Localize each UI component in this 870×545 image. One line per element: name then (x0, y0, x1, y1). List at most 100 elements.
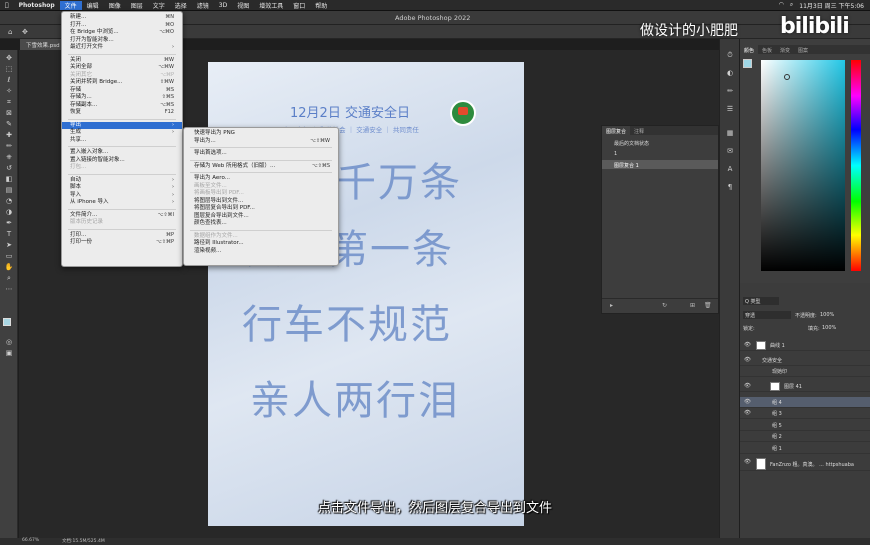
menu-3d[interactable]: 3D (214, 2, 232, 9)
menu-filter[interactable]: 滤镜 (192, 1, 214, 10)
file-menu-item[interactable]: 打开为智能对象... (62, 37, 182, 45)
export-menu-item[interactable]: 渲染视频... (184, 248, 338, 256)
gradient-tool[interactable]: ▤ (4, 186, 14, 195)
file-menu-item[interactable]: 存储为... ⇧⌘S (62, 94, 182, 102)
eraser-tool[interactable]: ◧ (4, 175, 14, 184)
tab-layer-comps[interactable]: 图层复合 (602, 126, 631, 135)
export-menu-item[interactable]: 路径到 Illustrator... (184, 240, 338, 248)
file-menu-item[interactable]: 打开... ⌘O (62, 22, 182, 30)
notes-icon[interactable]: ✉ (725, 147, 735, 156)
menu-plugins[interactable]: 增效工具 (254, 1, 288, 10)
opacity-value[interactable]: 100% (820, 312, 834, 318)
more-tools-icon[interactable]: ⋯ (4, 285, 14, 294)
fill-value[interactable]: 100% (822, 325, 836, 331)
eye-icon[interactable]: 👁 (744, 459, 751, 465)
brush-settings-icon[interactable]: ✏ (725, 87, 735, 96)
layer-row[interactable]: 👁 组 3 (740, 408, 870, 419)
layer-row[interactable]: 组 2 (740, 431, 870, 442)
menu-window[interactable]: 窗口 (288, 1, 310, 10)
history-icon[interactable]: ⏱ (725, 51, 735, 60)
path-selection-tool[interactable]: ➤ (4, 241, 14, 250)
file-menu-item[interactable]: 文件简介... ⌥⇧⌘I (62, 212, 182, 220)
file-menu-item[interactable]: 最近打开文件 › (62, 44, 182, 52)
foreground-color-swatch[interactable] (3, 318, 11, 326)
home-icon[interactable]: ⌂ (8, 28, 12, 36)
shape-tool[interactable]: ▭ (4, 252, 14, 261)
magic-wand-tool[interactable]: ✧ (4, 87, 14, 96)
wifi-icon[interactable]: ◠ (779, 1, 784, 10)
move-tool[interactable]: ✥ (4, 54, 14, 63)
tab-notes[interactable]: 注释 (630, 126, 648, 135)
layer-comp-row[interactable]: 图层复合 1 (602, 160, 718, 169)
tab-patterns[interactable]: 图案 (794, 45, 812, 54)
menu-image[interactable]: 图像 (104, 1, 126, 10)
update-icon[interactable]: ↻ (662, 302, 667, 309)
layer-row[interactable]: 👁 图层 41 (740, 381, 870, 392)
paragraph-icon[interactable]: ¶ (725, 183, 735, 192)
file-menu-item[interactable]: 打印一份 ⌥⇧⌘P (62, 239, 182, 247)
file-menu-item[interactable]: 导出 › (62, 121, 182, 129)
export-menu-item[interactable]: 导出为 Aero... (184, 175, 338, 183)
file-menu-item[interactable]: 从 iPhone 导入 › (62, 199, 182, 207)
new-comp-icon[interactable]: ⊞ (690, 302, 695, 309)
menu-select[interactable]: 选择 (170, 1, 192, 10)
export-menu-item[interactable]: 将图层导出到文件... (184, 198, 338, 206)
file-menu-item[interactable]: 生成 › (62, 129, 182, 137)
properties-icon[interactable]: ☰ (725, 105, 735, 114)
eye-icon[interactable]: 👁 (744, 383, 751, 389)
crop-tool[interactable]: ⌗ (4, 98, 14, 107)
layer-row-selected[interactable]: 👁 组 4 (740, 397, 870, 408)
eye-icon[interactable]: 👁 (744, 342, 751, 348)
export-menu-item[interactable]: 导出首选项... (184, 150, 338, 158)
export-menu-item[interactable]: 图层复合导出到文件... (184, 213, 338, 221)
move-tool-icon[interactable]: ✥ (22, 28, 28, 36)
adjust-icon[interactable]: ◐ (725, 69, 735, 78)
pen-tool[interactable]: ✒ (4, 219, 14, 228)
search-icon[interactable]: ⌕ (790, 1, 793, 10)
history-brush-tool[interactable]: ↺ (4, 164, 14, 173)
layer-row[interactable]: 👁 曲线 1 (740, 340, 870, 351)
file-menu-item[interactable]: 关闭 ⌘W (62, 57, 182, 65)
eye-icon[interactable]: 👁 (744, 410, 751, 416)
file-menu-item[interactable]: 在 Bridge 中浏览... ⌥⌘O (62, 29, 182, 37)
doc-info[interactable]: 文档:15.5M/525.4M (62, 538, 105, 544)
hand-tool[interactable]: ✋ (4, 263, 14, 272)
tab-gradients[interactable]: 渐变 (776, 45, 794, 54)
play-icon[interactable]: ▸ (610, 302, 613, 309)
export-menu-item[interactable]: 存储为 Web 所用格式（旧版）... ⌥⇧⌘S (184, 163, 338, 171)
color-picker-field[interactable] (761, 60, 845, 271)
export-menu-item[interactable]: 颜色查找表... (184, 220, 338, 228)
menu-type[interactable]: 文字 (148, 1, 170, 10)
frame-tool[interactable]: ⊠ (4, 109, 14, 118)
file-menu-item[interactable]: 脚本 › (62, 184, 182, 192)
layer-row[interactable]: 👁 交通安全 (740, 355, 870, 366)
menu-edit[interactable]: 编辑 (82, 1, 104, 10)
file-menu-item[interactable]: 自动 › (62, 177, 182, 185)
eye-icon[interactable]: 👁 (744, 399, 751, 405)
file-menu-item[interactable]: 关闭并转到 Bridge... ⇧⌘W (62, 79, 182, 87)
layer-row[interactable]: 👁 FanZnzo 粗。真澳。 ... httpshuaba (740, 457, 870, 471)
menu-file[interactable]: 文件 (59, 0, 82, 10)
blur-tool[interactable]: ◔ (4, 197, 14, 206)
file-menu-item[interactable]: 新建... ⌘N (62, 14, 182, 22)
trash-icon[interactable]: 🗑 (704, 302, 712, 309)
file-menu-item[interactable]: 存储副本... ⌥⌘S (62, 102, 182, 110)
layer-comps-icon[interactable]: ▦ (725, 129, 735, 138)
layer-kind-filter[interactable]: Q 类型 (743, 297, 779, 305)
character-icon[interactable]: A (725, 165, 735, 174)
file-menu-item[interactable]: 打印... ⌘P (62, 232, 182, 240)
menu-layer[interactable]: 图层 (126, 1, 148, 10)
export-menu-item[interactable]: 导出为... ⌥⇧⌘W (184, 138, 338, 146)
apple-icon[interactable]:  (0, 2, 14, 9)
file-menu-item[interactable]: 存储 ⌘S (62, 87, 182, 95)
file-menu-item[interactable]: 共享... (62, 137, 182, 145)
file-menu-item[interactable]: 导入 › (62, 192, 182, 200)
last-document-state[interactable]: 最后的文档状态 (614, 140, 649, 147)
stamp-tool[interactable]: ⎈ (4, 153, 14, 162)
dodge-tool[interactable]: ◑ (4, 208, 14, 217)
layer-row[interactable]: 现她印 (740, 366, 870, 377)
menu-help[interactable]: 帮助 (310, 1, 332, 10)
color-picker-cursor[interactable] (784, 74, 790, 80)
hue-slider[interactable] (851, 60, 861, 271)
eye-icon[interactable]: 👁 (744, 357, 751, 363)
